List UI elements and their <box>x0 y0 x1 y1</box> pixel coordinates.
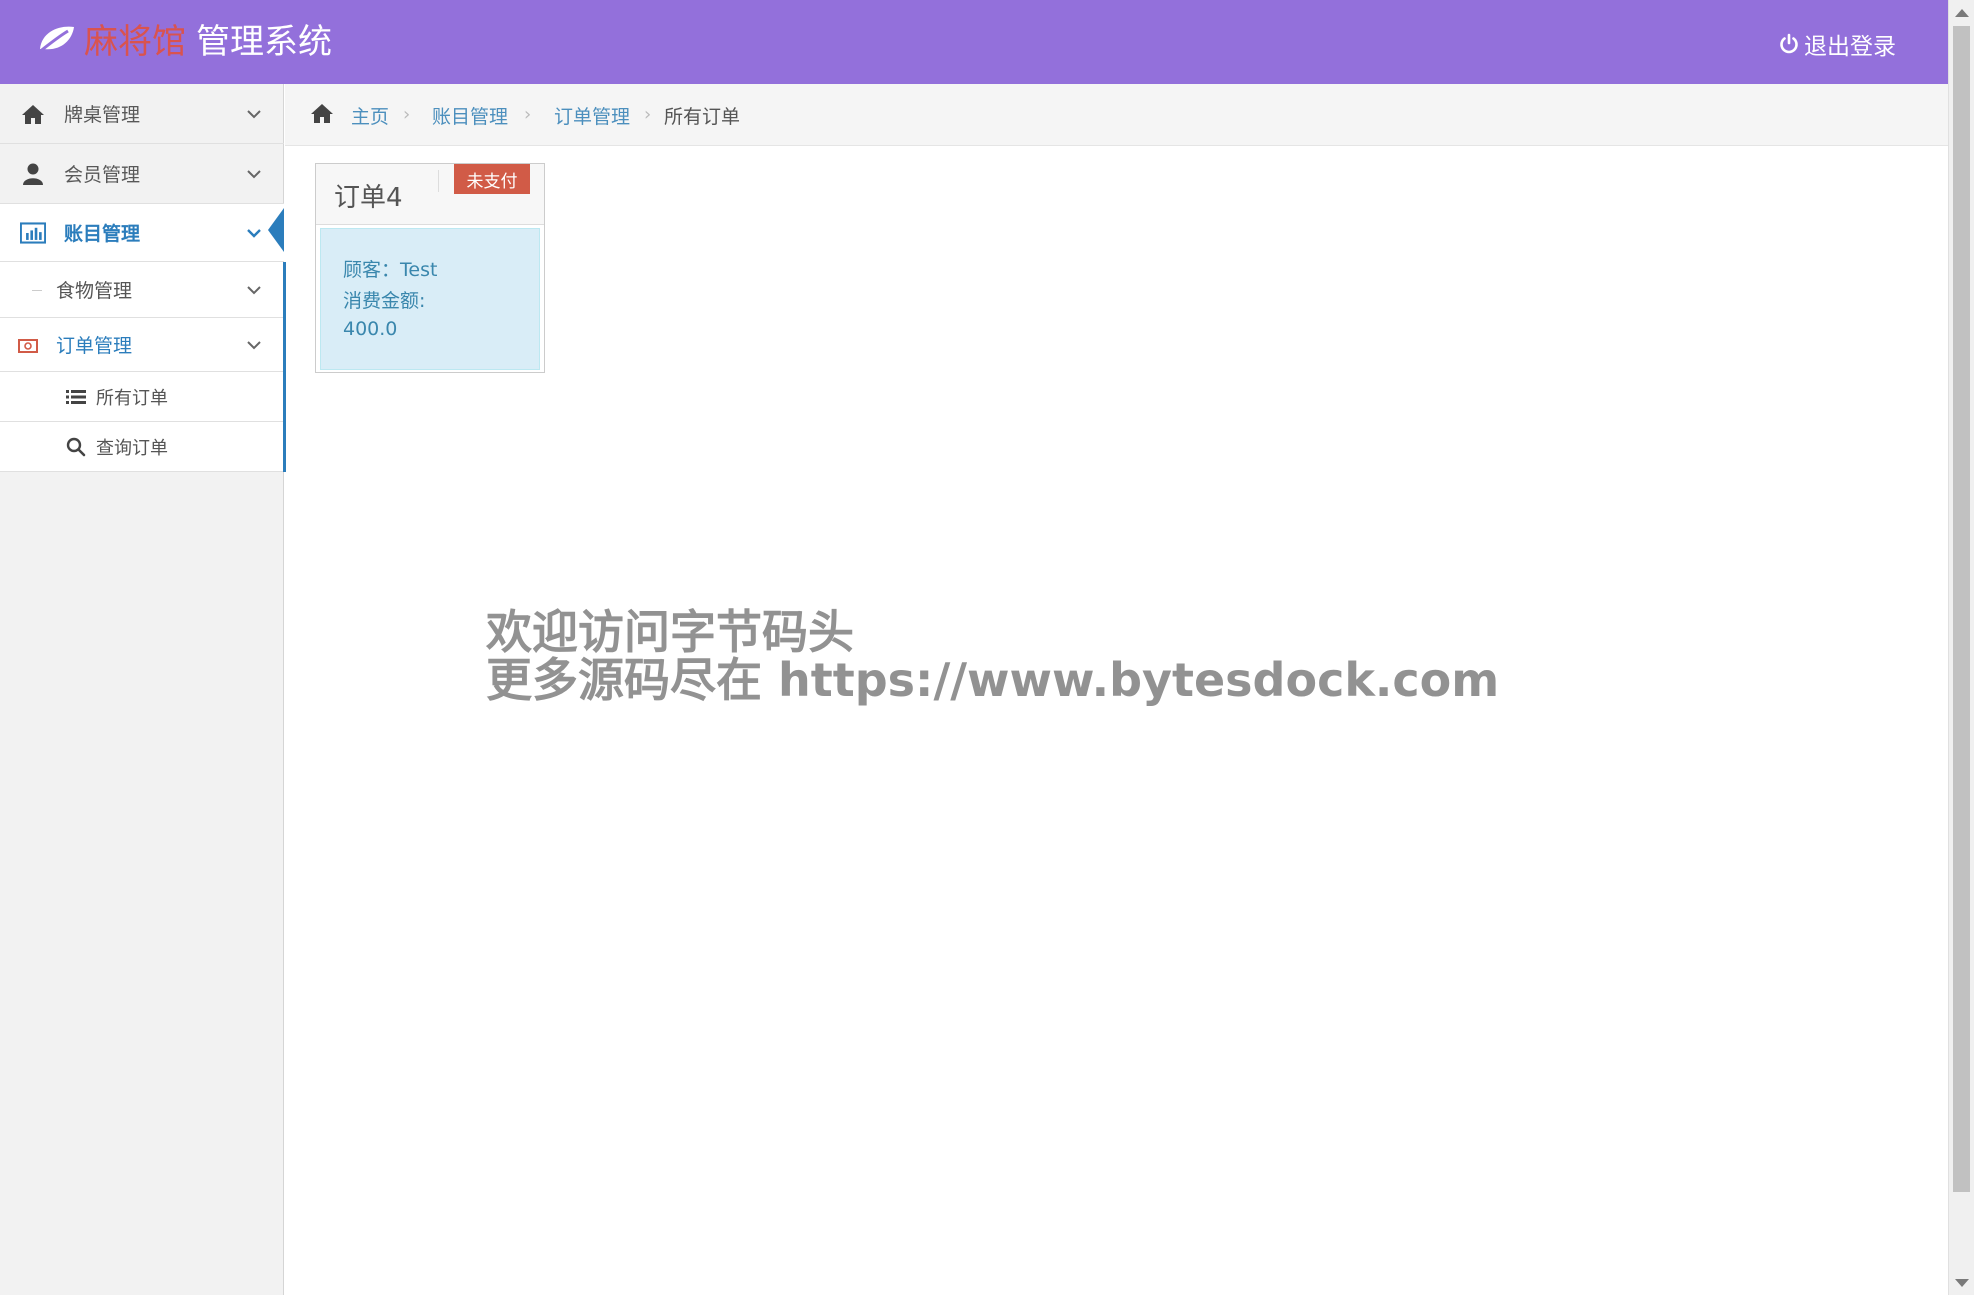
scrollbar[interactable] <box>1948 0 1974 1295</box>
chevron-down-icon <box>247 228 261 238</box>
user-icon <box>20 161 46 187</box>
sidebar-item-food[interactable]: 食物管理 <box>0 262 283 318</box>
breadcrumb-accounts[interactable]: 账目管理 <box>432 102 508 129</box>
order-title: 订单4 <box>334 183 403 213</box>
dash-icon <box>32 290 42 291</box>
chevron-down-icon <box>247 109 261 118</box>
order-card-body: 顾客：Test 消费金额: 400.0 <box>320 228 540 370</box>
submenu: 食物管理 订单管理 所有订单 查询订单 <box>0 262 286 472</box>
watermark-line-2: 更多源码尽在 https://www.bytesdock.com <box>486 653 1500 707</box>
amount-value: 400.0 <box>343 318 398 340</box>
sidebar-item-accounts[interactable]: 账目管理 <box>0 204 284 262</box>
sidebar-item-label: 牌桌管理 <box>64 104 141 126</box>
money-icon <box>18 338 38 353</box>
top-navbar: 麻将馆 管理系统 退出登录 <box>0 0 1948 84</box>
home-icon[interactable] <box>309 102 335 128</box>
search-icon <box>66 437 86 457</box>
sidebar-subitem-all-orders[interactable]: 所有订单 <box>0 372 283 422</box>
status-badge[interactable]: 未支付 <box>454 164 530 194</box>
chevron-down-icon <box>247 340 261 349</box>
divider <box>438 170 439 192</box>
sidebar-item-label: 账目管理 <box>64 223 141 245</box>
list-icon <box>66 389 86 405</box>
logout-button[interactable]: 退出登录 <box>1778 27 1896 61</box>
sidebar-item-label: 食物管理 <box>56 280 133 302</box>
scroll-up-arrow-icon[interactable] <box>1955 9 1969 17</box>
order-card[interactable]: 订单4 未支付 顾客：Test 消费金额: 400.0 <box>315 163 545 373</box>
brand[interactable]: 麻将馆 管理系统 <box>36 10 332 66</box>
leaf-icon <box>37 26 74 55</box>
logout-label: 退出登录 <box>1804 34 1896 60</box>
scroll-down-arrow-icon[interactable] <box>1955 1279 1969 1287</box>
sidebar-subitem-label: 所有订单 <box>96 387 168 409</box>
sidebar-item-tables[interactable]: 牌桌管理 <box>0 84 284 144</box>
power-icon <box>1780 33 1798 54</box>
customer-line: 顾客：Test <box>343 259 438 281</box>
sidebar: 牌桌管理 会员管理 账目管理 食物管理 订单管理 所有订单 查询订单 <box>0 84 286 1295</box>
breadcrumb-separator: › <box>524 104 532 125</box>
sidebar-subitem-label: 查询订单 <box>96 437 168 459</box>
bar-chart-icon <box>20 220 46 246</box>
breadcrumb-current: 所有订单 <box>664 106 741 128</box>
amount-label: 消费金额: <box>343 290 426 312</box>
sidebar-item-members[interactable]: 会员管理 <box>0 144 284 204</box>
brand-name: 麻将馆 <box>84 21 186 62</box>
scroll-thumb[interactable] <box>1953 26 1970 1192</box>
sidebar-item-orders[interactable]: 订单管理 <box>0 318 283 372</box>
brand-suffix: 管理系统 <box>196 21 332 62</box>
breadcrumb-separator: › <box>403 104 411 125</box>
breadcrumb: 主页 › 账目管理 › 订单管理 › 所有订单 <box>285 84 1948 146</box>
chevron-down-icon <box>247 169 261 178</box>
sidebar-item-label: 订单管理 <box>56 335 133 357</box>
order-card-header: 订单4 未支付 <box>316 164 544 225</box>
breadcrumb-separator: › <box>644 104 652 125</box>
active-indicator <box>268 208 284 252</box>
sidebar-item-label: 会员管理 <box>64 164 141 186</box>
sidebar-subitem-search-orders[interactable]: 查询订单 <box>0 422 283 472</box>
home-icon <box>20 101 46 127</box>
breadcrumb-orders[interactable]: 订单管理 <box>554 102 630 129</box>
chevron-down-icon <box>247 285 261 294</box>
breadcrumb-home[interactable]: 主页 <box>351 102 389 129</box>
